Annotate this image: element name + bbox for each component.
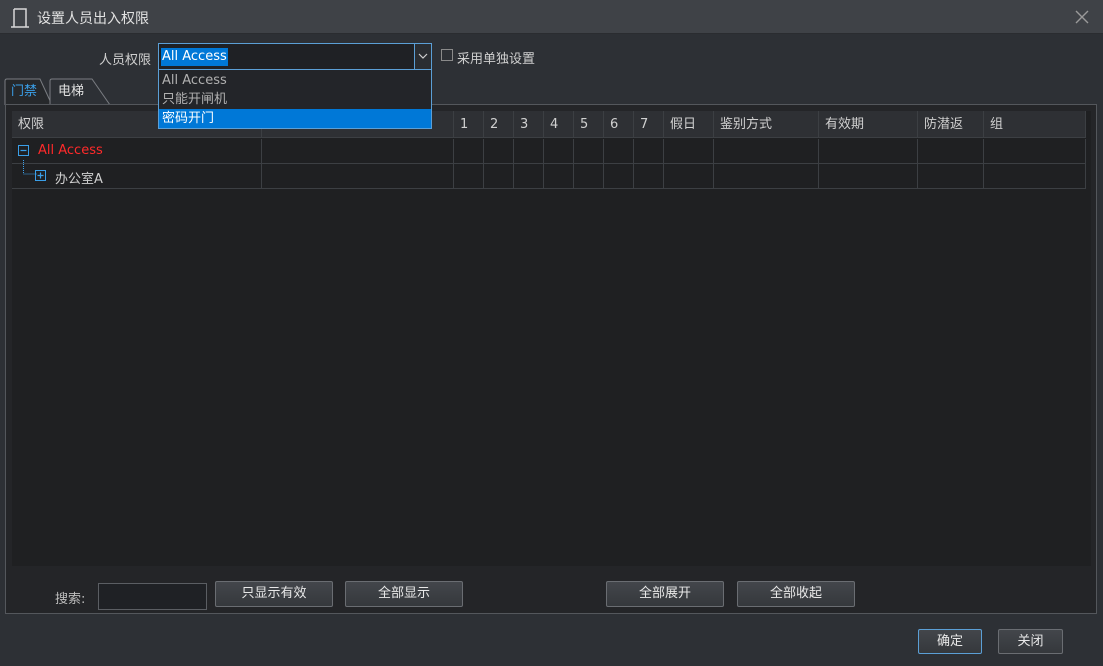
row-cell-permission: All Access	[12, 139, 262, 163]
column-header-4[interactable]: 4	[544, 111, 574, 138]
row-cell	[634, 139, 664, 163]
column-header-1[interactable]: 1	[454, 111, 484, 138]
ok-button[interactable]: 确定	[918, 629, 982, 654]
permission-dropdown-button[interactable]	[414, 44, 431, 69]
close-icon[interactable]	[1073, 8, 1091, 26]
title-bar: 设置人员出入权限	[0, 0, 1103, 34]
row-cell	[819, 139, 918, 163]
row-label: All Access	[38, 143, 103, 158]
permission-grid: 权限 1 2 3 4 5 6 7 假日 鉴别方式 有效期 防潜返 组 All A…	[12, 111, 1091, 566]
column-header-holiday[interactable]: 假日	[664, 111, 714, 138]
row-cell	[604, 139, 634, 163]
row-cell	[574, 164, 604, 188]
row-cell	[714, 164, 819, 188]
column-header-3[interactable]: 3	[514, 111, 544, 138]
row-cell	[664, 164, 714, 188]
column-header-2[interactable]: 2	[484, 111, 514, 138]
column-header-6[interactable]: 6	[604, 111, 634, 138]
column-header-7[interactable]: 7	[634, 111, 664, 138]
dropdown-option-password-door[interactable]: 密码开门	[159, 109, 431, 128]
table-row[interactable]: 办公室A	[12, 160, 1086, 189]
minus-box-icon[interactable]	[18, 145, 29, 156]
column-header-group[interactable]: 组	[984, 111, 1086, 138]
individual-setting-checkbox[interactable]	[441, 49, 453, 61]
door-icon	[11, 8, 29, 28]
row-cell	[918, 139, 984, 163]
row-cell	[918, 164, 984, 188]
row-cell	[574, 139, 604, 163]
close-button[interactable]: 关闭	[998, 629, 1063, 654]
row-cell	[454, 164, 484, 188]
row-cell	[984, 164, 1086, 188]
row-cell	[484, 164, 514, 188]
tab-elevator[interactable]: 电梯	[52, 79, 110, 105]
row-cell	[454, 139, 484, 163]
row-cell	[714, 139, 819, 163]
plus-box-icon[interactable]	[35, 170, 46, 181]
row-cell	[484, 139, 514, 163]
row-cell	[819, 164, 918, 188]
row-cell	[262, 164, 454, 188]
chevron-down-icon	[418, 53, 428, 59]
column-header-auth-method[interactable]: 鉴别方式	[714, 111, 819, 138]
column-header-validity[interactable]: 有效期	[819, 111, 918, 138]
row-cell	[984, 139, 1086, 163]
permission-label: 人员权限	[99, 53, 152, 68]
tab-door-access[interactable]: 门禁	[5, 79, 51, 105]
grid-toolbar: 搜索: 只显示有效 全部显示 全部展开 全部收起	[12, 567, 1091, 610]
column-header-5[interactable]: 5	[574, 111, 604, 138]
collapse-all-button[interactable]: 全部收起	[737, 581, 855, 607]
permission-dropdown-list: All Access 只能开闸机 密码开门	[158, 70, 432, 129]
row-cell	[262, 139, 454, 163]
content-panel: 权限 1 2 3 4 5 6 7 假日 鉴别方式 有效期 防潜返 组 All A…	[5, 104, 1097, 614]
show-valid-only-button[interactable]: 只显示有效	[215, 581, 333, 607]
dropdown-option-all-access[interactable]: All Access	[159, 71, 431, 90]
column-header-anti-passback[interactable]: 防潜返	[918, 111, 984, 138]
permission-select[interactable]: All Access	[158, 43, 432, 70]
individual-setting-label: 采用单独设置	[457, 52, 536, 67]
table-row[interactable]: All Access	[12, 139, 1086, 164]
permission-select-value: All Access	[161, 48, 228, 66]
row-cell	[514, 139, 544, 163]
row-cell	[514, 164, 544, 188]
dropdown-option-gate-only[interactable]: 只能开闸机	[159, 90, 431, 109]
window-title: 设置人员出入权限	[37, 11, 149, 27]
row-cell	[664, 139, 714, 163]
row-cell	[544, 139, 574, 163]
row-cell	[634, 164, 664, 188]
row-cell	[544, 164, 574, 188]
search-input[interactable]	[98, 583, 207, 610]
row-cell-permission: 办公室A	[12, 160, 262, 188]
show-all-button[interactable]: 全部显示	[345, 581, 463, 607]
expand-all-button[interactable]: 全部展开	[606, 581, 724, 607]
search-label: 搜索:	[55, 592, 86, 607]
row-cell	[604, 164, 634, 188]
row-label: 办公室A	[55, 172, 103, 187]
